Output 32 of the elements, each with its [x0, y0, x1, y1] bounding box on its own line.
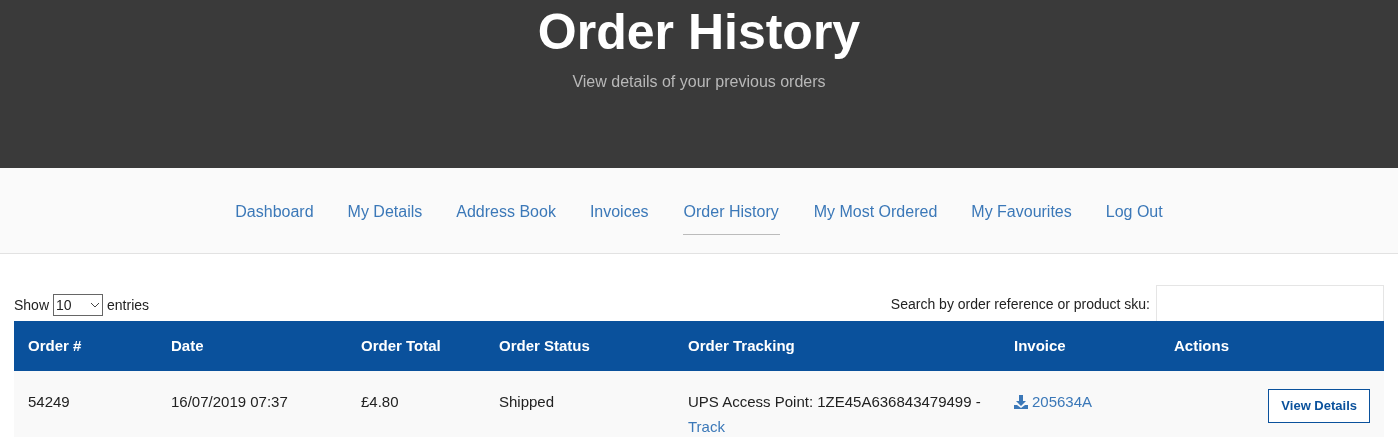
nav-link[interactable]: Dashboard: [235, 200, 314, 235]
table-cell: Shipped: [499, 393, 555, 410]
caret-icon: [90, 302, 101, 308]
nav-link[interactable]: My Details: [347, 200, 423, 235]
search-label: Search by order reference or product sku:: [890, 295, 1150, 314]
column-header[interactable]: Order Tracking: [688, 336, 795, 354]
invoice-link[interactable]: 205634A: [1014, 391, 1093, 414]
nav-link[interactable]: Invoices: [589, 200, 649, 235]
length-label: entries: [107, 295, 150, 315]
view-details-button[interactable]: View Details: [1268, 389, 1370, 423]
table-cell-text: UPS Access Point: 1ZE45A636843479499 -: [688, 392, 982, 412]
table-cell: £4.80: [361, 393, 399, 410]
track-link[interactable]: Track: [688, 415, 986, 437]
column-header[interactable]: Order Total: [361, 336, 441, 354]
table-cell: 54249: [28, 393, 70, 410]
download-icon: [1014, 395, 1028, 410]
length-label: Show: [14, 295, 50, 315]
column-header[interactable]: Order Status: [499, 336, 590, 354]
page-title: Order History: [537, 3, 861, 62]
search-field[interactable]: [1156, 285, 1384, 321]
column-header[interactable]: Invoice: [1014, 336, 1066, 354]
nav-link[interactable]: Log Out: [1105, 200, 1163, 235]
column-header[interactable]: Actions: [1174, 336, 1229, 354]
page-subtitle: View details of your previous orders: [572, 72, 826, 92]
nav-link[interactable]: Address Book: [456, 200, 556, 235]
nav-link[interactable]: My Most Ordered: [813, 200, 938, 235]
column-header[interactable]: Date: [171, 336, 204, 354]
entries-select[interactable]: 10: [53, 294, 104, 316]
nav-link[interactable]: My Favourites: [971, 200, 1072, 235]
column-header[interactable]: Order #: [28, 336, 82, 354]
table-cell: 16/07/2019 07:37: [171, 393, 288, 410]
nav-link[interactable]: Order History: [682, 200, 780, 235]
